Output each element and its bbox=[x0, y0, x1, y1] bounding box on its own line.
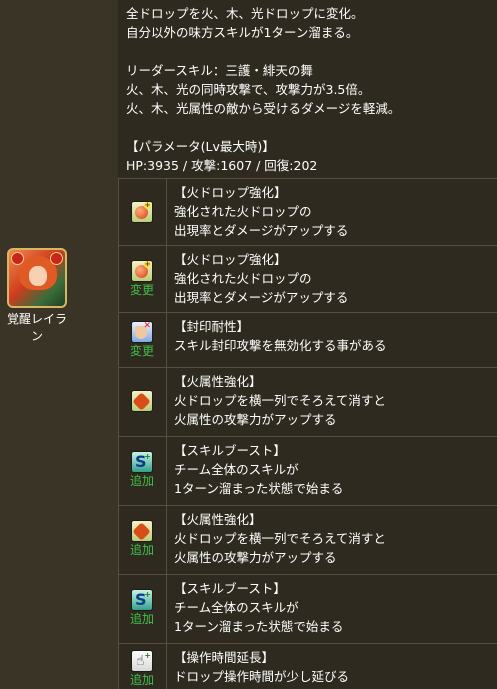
awakening-row: S + 追加 【スキルブースト】 チーム全体のスキルが 1ターン溜まった状態で始ま… bbox=[118, 575, 497, 644]
awakening-title: 【火ドロップ強化】 bbox=[174, 252, 287, 267]
skill-boost-icon: S + bbox=[131, 589, 153, 611]
parameter-values: HP:3935 / 攻撃:1607 / 回復:202 bbox=[126, 158, 318, 173]
awakening-row: + 変更 【火ドロップ強化】 強化された火ドロップの 出現率とダメージがアップす… bbox=[118, 246, 497, 313]
awakening-desc: 火属性の攻撃力がアップする bbox=[174, 550, 337, 565]
awakening-desc: 火属性の攻撃力がアップする bbox=[174, 412, 337, 427]
skill-line: 自分以外の味方スキルが1ターン溜まる。 bbox=[126, 25, 359, 40]
monster-card[interactable]: 覚醒レイラン bbox=[4, 248, 70, 344]
awakening-desc: チーム全体のスキルが bbox=[174, 462, 299, 477]
fire-drop-enhance-icon: + bbox=[131, 201, 153, 223]
awakening-desc: 出現率とダメージがアップする bbox=[174, 290, 349, 305]
leader-skill-line: 火、木、光の同時攻撃で、攻撃力が3.5倍。 bbox=[126, 82, 371, 97]
awakening-desc: 1ターン溜まった状態で始まる bbox=[174, 481, 344, 496]
seal-resist-icon: ✕ bbox=[131, 321, 153, 343]
awakening-desc: 出現率とダメージがアップする bbox=[174, 223, 349, 238]
awakening-title: 【火ドロップ強化】 bbox=[174, 185, 287, 200]
leader-skill-line: 火、木、光属性の敵から受けるダメージを軽減。 bbox=[126, 101, 401, 116]
awakening-desc: 火ドロップを横一列でそろえて消すと bbox=[174, 531, 386, 546]
skill-boost-icon: S + bbox=[131, 451, 153, 473]
awakening-tag: 追加 bbox=[129, 474, 154, 488]
awakening-desc: 1ターン溜まった状態で始まる bbox=[174, 619, 344, 634]
awakening-title: 【火属性強化】 bbox=[174, 374, 262, 389]
awakening-title: 【スキルブースト】 bbox=[174, 581, 286, 596]
monster-portrait-icon[interactable] bbox=[7, 248, 67, 308]
skill-line: 全ドロップを火、木、光ドロップに変化。 bbox=[126, 6, 364, 21]
fire-drop-enhance-icon: + bbox=[131, 260, 153, 282]
awakening-desc: 火ドロップを横一列でそろえて消すと bbox=[174, 393, 386, 408]
extend-time-icon: ☝ + bbox=[131, 650, 153, 672]
awakening-row: + 【火ドロップ強化】 強化された火ドロップの 出現率とダメージがアップする bbox=[118, 179, 497, 246]
parameter-title: 【パラメータ(Lv最大時)】 bbox=[126, 139, 275, 154]
awakening-tag: 追加 bbox=[129, 673, 154, 687]
awakening-row: ☝ + 追加 【操作時間延長】 ドロップ操作時間が少し延びる bbox=[118, 644, 497, 689]
awakening-row: ✕ 変更 【封印耐性】 スキル封印攻撃を無効化する事がある bbox=[118, 313, 497, 368]
awakening-title: 【操作時間延長】 bbox=[174, 650, 275, 665]
awakening-tag: 追加 bbox=[129, 612, 154, 626]
awakening-desc: ドロップ操作時間が少し延びる bbox=[174, 669, 350, 684]
monster-column: 覚醒レイラン bbox=[0, 0, 119, 689]
monster-awakening-panel: 覚醒レイラン 全ドロップを火、木、光ドロップに変化。 自分以外の味方スキルが1タ… bbox=[0, 0, 497, 689]
awakening-row: S + 追加 【スキルブースト】 チーム全体のスキルが 1ターン溜まった状態で始ま… bbox=[118, 437, 497, 506]
awakening-title: 【火属性強化】 bbox=[174, 512, 262, 527]
awakening-row: 追加 【火属性強化】 火ドロップを横一列でそろえて消すと 火属性の攻撃力がアップ… bbox=[118, 506, 497, 575]
awakening-tag: 変更 bbox=[129, 344, 154, 358]
awakening-desc: チーム全体のスキルが bbox=[174, 600, 299, 615]
awakening-desc: スキル封印攻撃を無効化する事がある bbox=[174, 338, 387, 353]
awakening-title: 【封印耐性】 bbox=[174, 319, 250, 334]
fire-subattribute-icon bbox=[50, 252, 63, 265]
awakening-desc: 強化された火ドロップの bbox=[174, 271, 312, 286]
leader-skill-line: リーダースキル：三護・緋天の舞 bbox=[126, 63, 313, 78]
awakening-title: 【スキルブースト】 bbox=[174, 443, 286, 458]
awakening-desc: 強化された火ドロップの bbox=[174, 204, 312, 219]
awakening-tag: 追加 bbox=[129, 543, 154, 557]
fire-row-enhance-icon bbox=[131, 390, 153, 412]
awakening-tag: 変更 bbox=[129, 283, 154, 297]
skill-description: 全ドロップを火、木、光ドロップに変化。 自分以外の味方スキルが1ターン溜まる。 … bbox=[118, 0, 497, 179]
fire-row-enhance-icon bbox=[131, 520, 153, 542]
awakening-row: 【火属性強化】 火ドロップを横一列でそろえて消すと 火属性の攻撃力がアップする bbox=[118, 368, 497, 437]
fire-attribute-icon bbox=[11, 252, 24, 265]
monster-name: 覚醒レイラン bbox=[6, 312, 67, 343]
